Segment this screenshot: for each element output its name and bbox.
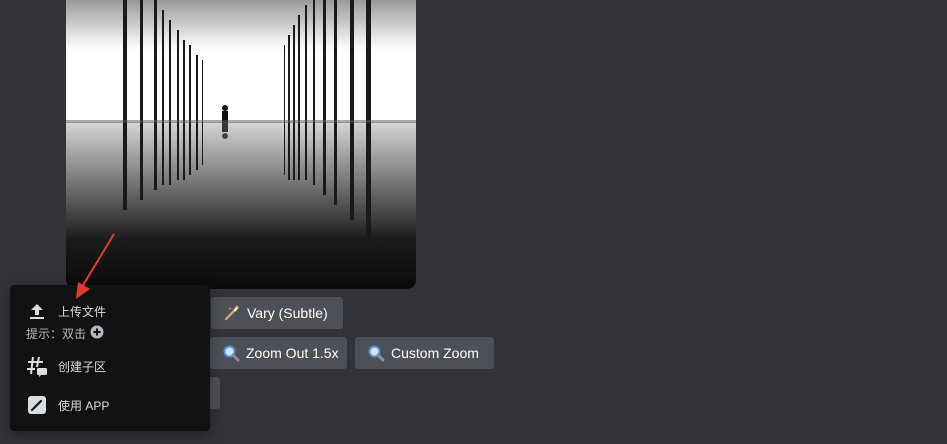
thread-icon [26,355,48,377]
magnifier-icon [367,344,385,362]
vary-subtle-label: Vary (Subtle) [247,305,328,321]
upload-icon [26,300,48,322]
app-pencil-icon [26,394,48,416]
plus-circle-icon [90,325,104,342]
use-app-label: 使用 APP [58,398,110,413]
upload-hint: 提示：双击 [26,325,104,342]
custom-zoom-button[interactable]: Custom Zoom [355,337,494,369]
attached-image[interactable] [66,0,416,289]
zoom-out-button[interactable]: Zoom Out 1.5x [210,337,347,369]
create-thread-label: 创建子区 [58,359,107,374]
magnifier-icon [222,344,240,362]
upload-hint-label: 提示：双击 [26,327,87,341]
menu-item-create-thread[interactable]: 创建子区 [26,355,202,377]
attachment-menu: 上传文件 提示：双击 创建子区 使用 APP [10,285,210,431]
menu-item-use-app[interactable]: 使用 APP [26,394,202,416]
custom-zoom-label: Custom Zoom [391,345,479,361]
vary-subtle-button[interactable]: Vary (Subtle) [211,297,343,329]
upload-file-label: 上传文件 [58,304,107,319]
menu-item-upload-file[interactable]: 上传文件 [26,300,202,322]
zoom-out-label: Zoom Out 1.5x [246,345,339,361]
magic-wand-icon [223,304,241,322]
